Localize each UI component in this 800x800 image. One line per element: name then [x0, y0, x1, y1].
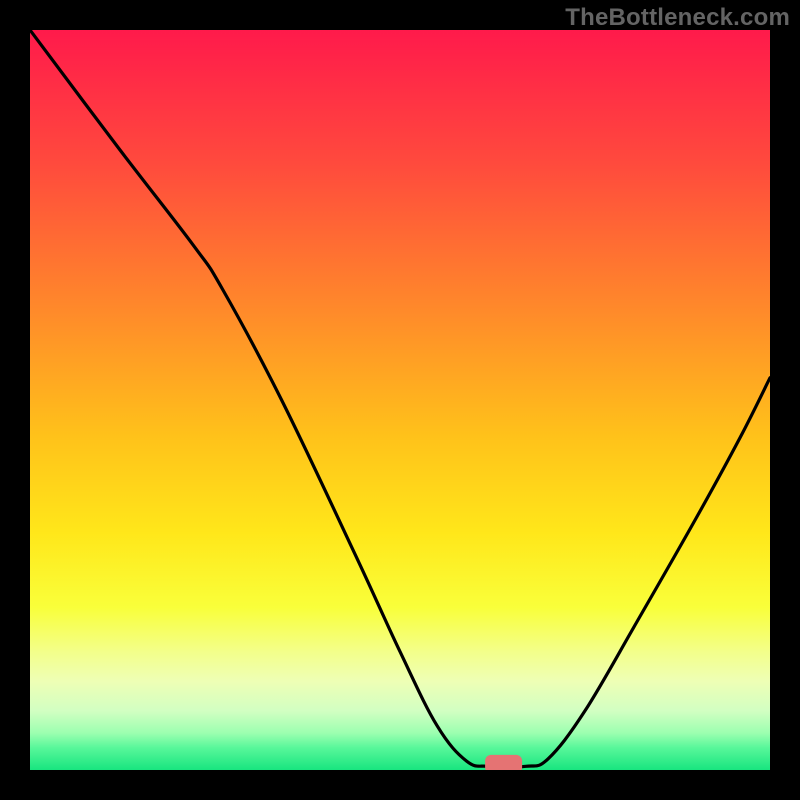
chart-svg — [30, 30, 770, 770]
watermark-text: TheBottleneck.com — [565, 4, 790, 32]
plot-area — [30, 30, 770, 770]
gradient-background — [30, 30, 770, 770]
chart-frame: TheBottleneck.com — [0, 0, 800, 800]
optimum-marker — [485, 755, 522, 770]
